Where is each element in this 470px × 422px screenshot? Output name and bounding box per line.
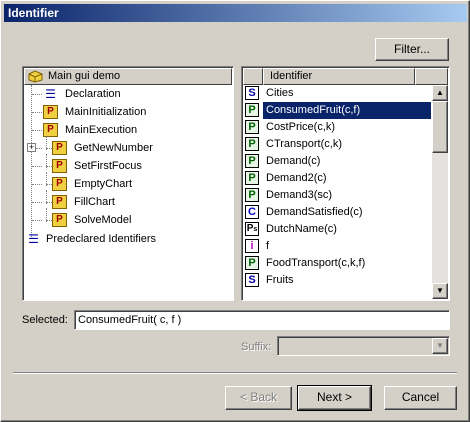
procedure-icon: P <box>43 105 58 119</box>
tree-item[interactable]: SolveModel <box>74 212 131 229</box>
tree-item[interactable]: FillChart <box>74 194 115 211</box>
identifier-type-icon: C <box>245 205 259 219</box>
next-button[interactable]: Next > <box>297 385 372 411</box>
procedure-icon: P <box>52 159 67 173</box>
predeclared-icon: ☰ <box>28 232 39 246</box>
back-button[interactable]: < Back <box>225 386 292 410</box>
identifier-type-icon: S <box>245 273 259 287</box>
suffix-label: Suffix: <box>241 341 272 353</box>
identifier-type-icon: Ps <box>245 222 259 236</box>
tree-branch <box>32 130 42 131</box>
list-item[interactable]: DutchName(c) <box>263 221 431 238</box>
identifier-type-icon: P <box>245 188 259 202</box>
procedure-icon: P <box>52 213 67 227</box>
tree-item-predeclared[interactable]: Predeclared Identifiers <box>46 231 156 248</box>
tree-panel[interactable]: Main gui demo ☰ Declaration P MainInitializ… <box>22 66 234 301</box>
chevron-down-icon[interactable]: ▼ <box>432 338 448 354</box>
tree-item[interactable]: MainExecution <box>65 122 137 139</box>
procedure-icon: P <box>52 141 67 155</box>
list-item[interactable]: Demand2(c) <box>263 170 431 187</box>
list-item[interactable]: Demand3(sc) <box>263 187 431 204</box>
separator <box>13 372 457 374</box>
tree-root-label: Main gui demo <box>48 70 121 82</box>
identifier-type-icon: P <box>245 171 259 185</box>
identifier-type-icon: P <box>245 120 259 134</box>
cancel-button[interactable]: Cancel <box>384 386 457 410</box>
identifier-list[interactable]: Identifier S Cities P ConsumedFruit(c,f) P Co… <box>241 66 450 301</box>
procedure-icon: P <box>52 195 67 209</box>
tree-branch <box>32 202 42 203</box>
tree-branch <box>32 166 42 167</box>
list-header-extra[interactable] <box>415 68 448 85</box>
tree-item[interactable]: SetFirstFocus <box>74 158 142 175</box>
tree-branch <box>32 220 42 221</box>
identifier-dialog: Identifier Filter... Main gui demo ☰ Decl… <box>0 0 470 422</box>
tree-branch <box>32 112 42 113</box>
scroll-down-button[interactable]: ▼ <box>432 283 448 299</box>
list-item[interactable]: CostPrice(c,k) <box>263 119 431 136</box>
tree-connector <box>31 85 32 237</box>
suffix-dropdown[interactable]: ▼ <box>277 336 450 356</box>
list-item[interactable]: f <box>263 238 431 255</box>
procedure-icon: P <box>43 123 58 137</box>
filter-button[interactable]: Filter... <box>375 38 449 61</box>
list-item[interactable]: Cities <box>263 85 431 102</box>
list-item[interactable]: Demand(c) <box>263 153 431 170</box>
list-item[interactable]: CTransport(c,k) <box>263 136 431 153</box>
list-item[interactable]: ConsumedFruit(c,f) <box>263 102 431 119</box>
expand-icon[interactable]: + <box>27 143 36 152</box>
identifier-type-icon: P <box>245 137 259 151</box>
procedure-icon: P <box>52 177 67 191</box>
declaration-icon: ☰ <box>45 87 56 101</box>
tree-item[interactable]: MainInitialization <box>65 104 146 121</box>
tree-item[interactable]: EmptyChart <box>74 176 132 193</box>
list-header-identifier[interactable]: Identifier <box>263 68 415 85</box>
identifier-type-icon: P <box>245 103 259 117</box>
tree-branch <box>32 184 42 185</box>
identifier-type-icon: S <box>245 86 259 100</box>
list-scrollbar[interactable]: ▲ ▼ <box>432 85 448 299</box>
identifier-type-icon: P <box>245 256 259 270</box>
identifier-type-icon: i <box>245 239 259 253</box>
list-item[interactable]: FoodTransport(c,k,f) <box>263 255 431 272</box>
scroll-thumb[interactable] <box>432 101 448 153</box>
selected-label: Selected: <box>22 314 68 326</box>
window-title: Identifier <box>4 4 467 22</box>
tree-root-row[interactable]: Main gui demo <box>24 68 232 85</box>
scroll-up-button[interactable]: ▲ <box>432 85 448 101</box>
tree-branch <box>36 148 42 149</box>
selected-field[interactable]: ConsumedFruit( c, f ) <box>74 310 450 330</box>
list-item[interactable]: Fruits <box>263 272 431 289</box>
identifier-type-icon: P <box>245 154 259 168</box>
module-icon <box>28 69 43 83</box>
tree-branch <box>32 94 42 95</box>
tree-item[interactable]: GetNewNumber <box>74 140 153 157</box>
list-item[interactable]: DemandSatisfied(c) <box>263 204 431 221</box>
list-header-icon-column[interactable] <box>243 68 263 85</box>
tree-item[interactable]: Declaration <box>65 86 121 103</box>
